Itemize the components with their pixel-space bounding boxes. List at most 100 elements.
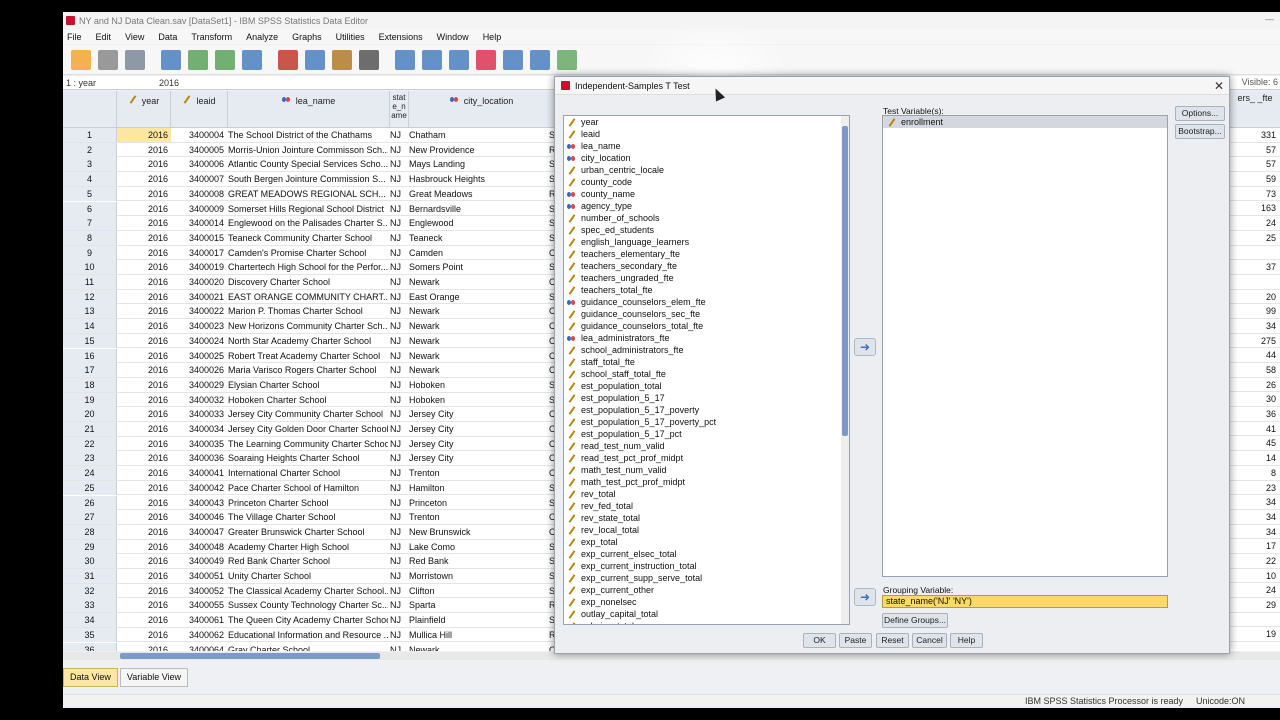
cell-lea-name[interactable]: Jersey City Community Charter School [228, 407, 388, 421]
cell-state[interactable]: NJ [390, 172, 406, 186]
cell-year[interactable]: 2016 [117, 172, 171, 186]
cell-leaid[interactable]: 3400007 [171, 172, 226, 186]
table-row[interactable]: 23 2016 3400036 Soaraing Heights Charter Sc… [63, 451, 555, 467]
menu-data[interactable]: Data [158, 32, 177, 42]
cell-leaid[interactable]: 3400021 [171, 290, 226, 304]
tab-data-view[interactable]: Data View [63, 668, 118, 687]
cell-value[interactable]: 22 [1230, 554, 1280, 569]
insert-variable-icon[interactable] [422, 49, 442, 70]
cell-state[interactable]: NJ [390, 246, 406, 260]
row-number[interactable]: 36 [63, 642, 117, 651]
cell-value[interactable]: 8 [1230, 466, 1280, 481]
redo-icon[interactable] [215, 49, 235, 70]
menu-edit[interactable]: Edit [96, 32, 112, 42]
cell-leaid[interactable]: 3400061 [171, 613, 226, 627]
print-icon[interactable] [125, 49, 145, 70]
variable-list-item[interactable]: exp_current_other [564, 584, 849, 596]
ok-button[interactable]: OK [803, 633, 836, 648]
row-number[interactable]: 13 [63, 304, 117, 319]
cell-lea-name[interactable]: GREAT MEADOWS REGIONAL SCH... [228, 187, 388, 201]
row-number[interactable]: 30 [63, 554, 117, 569]
cell-leaid[interactable]: 3400004 [171, 128, 226, 142]
variable-list-item[interactable]: english_language_learners [564, 236, 849, 248]
cell-lea-name[interactable]: The School District of the Chathams [228, 128, 388, 142]
cell-state[interactable]: NJ [390, 628, 406, 642]
cell-lea-name[interactable]: The Learning Community Charter School [228, 437, 388, 451]
cell-leaid[interactable]: 3400043 [171, 496, 226, 510]
cell-leaid[interactable]: 3400025 [171, 349, 226, 363]
cell-city[interactable]: Trenton [409, 466, 549, 480]
cell-value[interactable]: 99 [1230, 304, 1280, 319]
variable-list-item[interactable]: outlay_capital_total [564, 608, 849, 620]
cell-lea-name[interactable]: Academy Charter High School [228, 540, 388, 554]
row-number[interactable]: 24 [63, 466, 117, 481]
cell-city[interactable]: Princeton [409, 496, 549, 510]
cell-lea-name[interactable]: Robert Treat Academy Charter School [228, 349, 388, 363]
cell-year[interactable]: 2016 [117, 422, 171, 436]
cell-city[interactable]: Hamilton [409, 481, 549, 495]
cell-leaid[interactable]: 3400035 [171, 437, 226, 451]
cancel-button[interactable]: Cancel [912, 633, 947, 648]
find-icon[interactable] [359, 49, 379, 70]
column-header-city-location[interactable]: city_location [409, 91, 555, 128]
cell-leaid[interactable]: 3400033 [171, 407, 226, 421]
variable-list-item[interactable]: lea_administrators_fte [564, 332, 849, 344]
variable-list-item[interactable]: exp_current_instruction_total [564, 560, 849, 572]
table-row[interactable]: 6 2016 3400009 Somerset Hills Regional Scho… [63, 201, 555, 217]
cell-city[interactable]: Lake Como [409, 540, 549, 554]
cell-leaid[interactable]: 3400047 [171, 525, 226, 539]
cell-state[interactable]: NJ [390, 407, 406, 421]
variable-list-item[interactable]: est_population_5_17_pct [564, 428, 849, 440]
cell-value-input[interactable]: 2016 [155, 78, 179, 88]
cell-lea-name[interactable]: Chartertech High School for the Perfor..… [228, 260, 388, 274]
cell-state[interactable]: NJ [390, 363, 406, 377]
variable-list-item[interactable]: guidance_counselors_elem_fte [564, 296, 849, 308]
cell-city[interactable]: Clifton [409, 584, 549, 598]
variable-list-item[interactable]: read_test_num_valid [564, 440, 849, 452]
cell-state[interactable]: NJ [390, 349, 406, 363]
cell-lea-name[interactable]: New Horizons Community Charter Sch... [228, 319, 388, 333]
cell-year[interactable]: 2016 [117, 613, 171, 627]
cell-year[interactable]: 2016 [117, 466, 171, 480]
help-button[interactable]: Help [950, 633, 983, 648]
cell-city[interactable]: East Orange [409, 290, 549, 304]
cell-year[interactable]: 2016 [117, 334, 171, 348]
insert-cases-icon[interactable] [395, 49, 415, 70]
cell-year[interactable]: 2016 [117, 319, 171, 333]
variable-list-item[interactable]: guidance_counselors_sec_fte [564, 308, 849, 320]
cell-year[interactable]: 2016 [117, 496, 171, 510]
cell-city[interactable]: Teaneck [409, 231, 549, 245]
cell-lea-name[interactable]: Englewood on the Palisades Charter S... [228, 216, 388, 230]
variable-list-item[interactable]: rev_total [564, 488, 849, 500]
cell-lea-name[interactable]: The Village Charter School [228, 510, 388, 524]
row-number[interactable]: 16 [63, 348, 117, 363]
row-number[interactable]: 17 [63, 363, 117, 378]
variable-list-item[interactable]: county_name [564, 188, 849, 200]
cell-value[interactable]: 25 [1230, 231, 1280, 246]
table-row[interactable]: 21 2016 3400034 Jersey City Golden Door Cha… [63, 422, 555, 437]
value-labels-icon[interactable] [530, 49, 550, 70]
cell-year[interactable]: 2016 [117, 393, 171, 407]
cell-state[interactable]: NJ [390, 128, 406, 142]
cell-lea-name[interactable]: The Classical Academy Charter School... [228, 584, 388, 598]
cell-year[interactable]: 2016 [117, 304, 171, 318]
cell-year[interactable]: 2016 [117, 202, 171, 216]
cell-year[interactable]: 2016 [117, 584, 171, 598]
table-row[interactable]: 16 2016 3400025 Robert Treat Academy Charte… [63, 348, 555, 364]
cell-year[interactable]: 2016 [117, 407, 171, 421]
cell-city[interactable]: Newark [409, 334, 549, 348]
undo-icon[interactable] [188, 49, 208, 70]
cell-year[interactable]: 2016 [117, 275, 171, 289]
row-number[interactable]: 7 [63, 216, 117, 231]
cell-city[interactable]: Trenton [409, 510, 549, 524]
cell-city[interactable]: Newark [409, 275, 549, 289]
cell-state[interactable]: NJ [390, 143, 406, 157]
menu-file[interactable]: File [67, 32, 82, 42]
row-number[interactable]: 20 [63, 407, 117, 422]
cell-lea-name[interactable]: EAST ORANGE COMMUNITY CHART... [228, 290, 388, 304]
variable-list-item[interactable]: exp_current_elsec_total [564, 548, 849, 560]
cell-value[interactable]: 73 [1230, 187, 1280, 202]
cell-lea-name[interactable]: Pace Charter School of Hamilton [228, 481, 388, 495]
cell-city[interactable]: Jersey City [409, 437, 549, 451]
cell-year[interactable]: 2016 [117, 187, 171, 201]
